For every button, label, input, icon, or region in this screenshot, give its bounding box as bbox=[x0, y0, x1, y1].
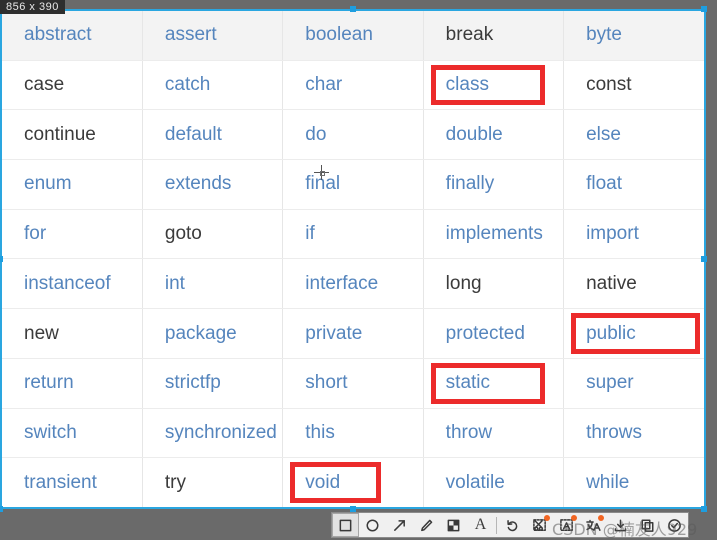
keyword-cell-implements: implements bbox=[423, 209, 565, 260]
ellipse-tool[interactable] bbox=[359, 513, 386, 537]
keyword-cell-this: this bbox=[282, 408, 424, 459]
table-row: case catch char class const bbox=[2, 60, 704, 111]
mosaic-tool[interactable] bbox=[440, 513, 467, 537]
keyword-cell-volatile: volatile bbox=[423, 457, 565, 507]
arrow-tool[interactable] bbox=[386, 513, 413, 537]
mosaic-icon bbox=[446, 518, 461, 533]
keyword-cell-transient: transient bbox=[2, 457, 143, 507]
keyword-cell-switch: switch bbox=[2, 408, 143, 459]
keyword-cell-finally: finally bbox=[423, 159, 565, 210]
selection-handle-top-right[interactable] bbox=[701, 6, 707, 12]
java-keyword-table: abstract assert boolean break byte case catch c… bbox=[2, 11, 704, 507]
download-icon bbox=[613, 518, 628, 533]
keyword-cell-protected: protected bbox=[423, 308, 565, 359]
table-row: abstract assert boolean break byte bbox=[2, 11, 704, 61]
table-row: enum extends final finally float bbox=[2, 159, 704, 210]
table-row: switch synchronized this throw throws bbox=[2, 408, 704, 459]
keyword-cell-synchronized: synchronized bbox=[142, 408, 284, 459]
keyword-cell-default: default bbox=[142, 109, 284, 161]
keyword-cell-static: static bbox=[423, 358, 565, 409]
selection-handle-top-center[interactable] bbox=[350, 6, 356, 12]
keyword-cell-float: float bbox=[563, 159, 704, 210]
keyword-cell-goto: goto bbox=[142, 209, 284, 260]
table-row: return strictfp short static super bbox=[2, 358, 704, 409]
pin-cut-tool[interactable] bbox=[526, 513, 553, 537]
keyword-cell-continue: continue bbox=[2, 109, 143, 161]
keyword-cell-interface: interface bbox=[282, 258, 424, 310]
keyword-cell-super: super bbox=[563, 358, 704, 409]
keyword-cell-abstract: abstract bbox=[2, 11, 143, 61]
keyword-cell-enum: enum bbox=[2, 159, 143, 210]
keyword-cell-int: int bbox=[142, 258, 284, 310]
keyword-cell-try: try bbox=[142, 457, 284, 507]
keyword-cell-while: while bbox=[586, 471, 630, 493]
undo-tool[interactable] bbox=[499, 513, 526, 537]
confirm-tool[interactable] bbox=[661, 513, 688, 537]
text-tool[interactable]: A bbox=[467, 513, 494, 537]
keyword-cell-char: char bbox=[282, 60, 424, 111]
selection-handle-middle-right[interactable] bbox=[701, 256, 707, 262]
rectangle-icon bbox=[338, 518, 353, 533]
new-feature-badge bbox=[544, 515, 550, 521]
table-row: for goto if implements import bbox=[2, 209, 704, 260]
selection-handle-middle-left[interactable] bbox=[0, 256, 3, 262]
keyword-cell-private: private bbox=[282, 308, 424, 359]
table-row: new package private protected public bbox=[2, 308, 704, 359]
selection-handle-bottom-left[interactable] bbox=[0, 506, 3, 512]
selection-handle-bottom-right[interactable] bbox=[701, 506, 707, 512]
rectangle-tool[interactable] bbox=[332, 513, 359, 537]
new-feature-badge bbox=[571, 515, 577, 521]
keyword-cell-class: class bbox=[423, 60, 565, 111]
undo-icon bbox=[505, 518, 520, 533]
keyword-cell-void: void bbox=[282, 457, 424, 507]
keyword-cell-import: import bbox=[563, 209, 704, 260]
letter-a-icon: A bbox=[474, 516, 487, 533]
keyword-cell-return: return bbox=[2, 358, 143, 409]
keyword-cell-for: for bbox=[2, 209, 143, 260]
keyword-cell-boolean: boolean bbox=[282, 11, 424, 61]
keyword-cell-package: package bbox=[142, 308, 284, 359]
keyword-cell-double: double bbox=[423, 109, 565, 161]
table-row: continue default do double else bbox=[2, 109, 704, 161]
table-row: instanceof int interface long native bbox=[2, 258, 704, 310]
keyword-cell-byte: byte bbox=[563, 11, 704, 61]
keyword-cell-long: long bbox=[423, 258, 565, 310]
new-feature-badge bbox=[598, 515, 604, 521]
pen-icon bbox=[419, 518, 434, 533]
keyword-cell-throws: throws bbox=[563, 408, 704, 459]
keyword-cell-extends: extends bbox=[142, 159, 284, 210]
copy-tool[interactable] bbox=[634, 513, 661, 537]
ellipse-icon bbox=[365, 518, 380, 533]
check-icon bbox=[667, 518, 682, 533]
keyword-cell-native: native bbox=[563, 258, 704, 310]
keyword-cell-const: const bbox=[563, 60, 704, 111]
selection-size-readout: 856 x 390 bbox=[0, 0, 65, 14]
keyword-cell-new: new bbox=[2, 308, 143, 359]
keyword-cell-case: case bbox=[2, 60, 143, 111]
capture-toolbar[interactable]: A bbox=[331, 512, 689, 538]
keyword-cell-else: else bbox=[563, 109, 704, 161]
keyword-cell-short: short bbox=[282, 358, 424, 409]
keyword-cell-if: if bbox=[282, 209, 424, 260]
capture-selection-region[interactable]: abstract assert boolean break byte case catch c… bbox=[0, 9, 706, 509]
table-row: transient try void volatile while bbox=[2, 457, 704, 507]
keyword-cell-do: do bbox=[282, 109, 424, 161]
arrow-icon bbox=[392, 518, 407, 533]
ocr-tool[interactable] bbox=[553, 513, 580, 537]
keyword-cell-assert: assert bbox=[142, 11, 284, 61]
toolbar-separator bbox=[496, 516, 497, 534]
keyword-cell-break: break bbox=[423, 11, 565, 61]
keyword-cell-final: final bbox=[282, 159, 424, 210]
keyword-cell-strictfp: strictfp bbox=[142, 358, 284, 409]
pen-tool[interactable] bbox=[413, 513, 440, 537]
keyword-cell-throw: throw bbox=[423, 408, 565, 459]
keyword-cell-instanceof: instanceof bbox=[2, 258, 143, 310]
translate-tool[interactable] bbox=[580, 513, 607, 537]
download-tool[interactable] bbox=[607, 513, 634, 537]
keyword-cell-catch: catch bbox=[142, 60, 284, 111]
keyword-cell-public: public bbox=[563, 308, 704, 359]
copy-icon bbox=[640, 518, 655, 533]
